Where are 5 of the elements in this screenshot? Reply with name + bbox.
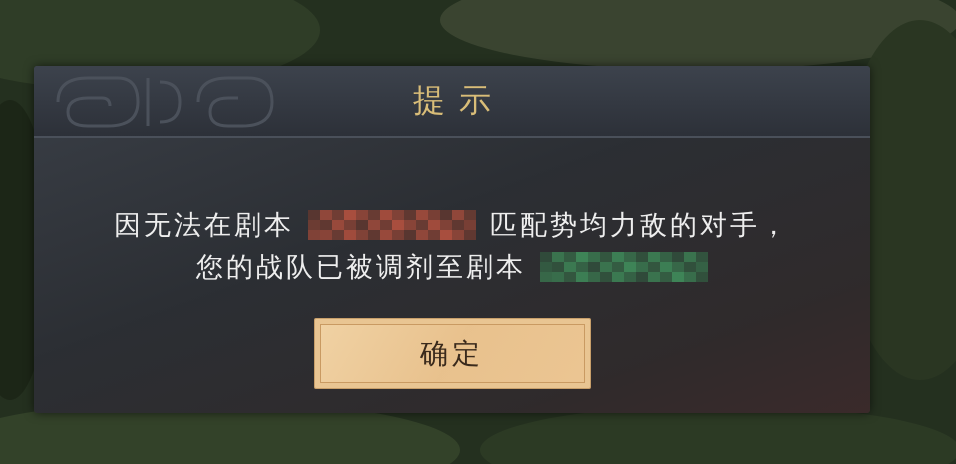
message-text: 匹配势均力敌的对手， [490,209,790,243]
confirm-button[interactable]: 确定 [314,318,590,389]
dialog-title: 提示 [413,80,505,121]
message-text: 因无法在剧本 [114,209,294,243]
message-text: 您的战队已被调剂至剧本 [196,251,526,285]
